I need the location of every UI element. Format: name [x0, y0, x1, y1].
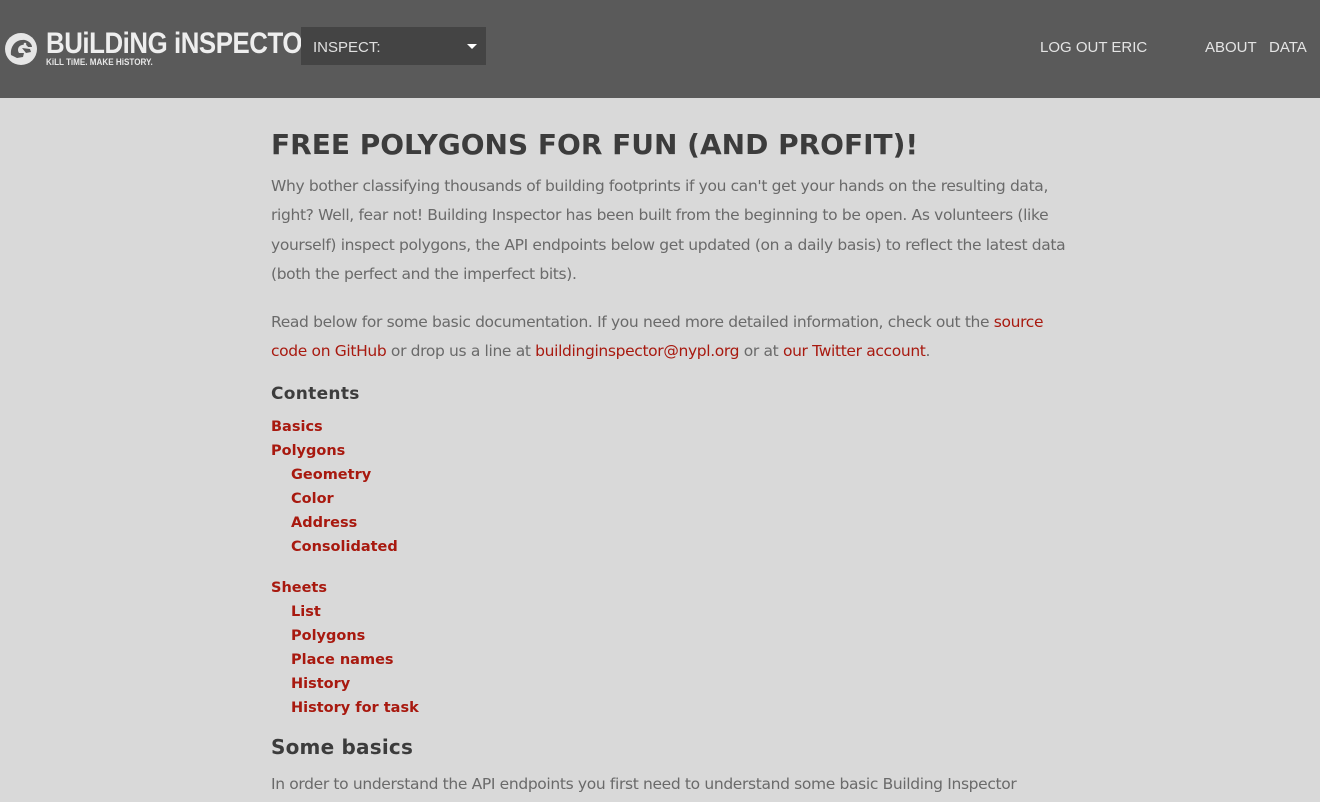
doc-text: or drop us a line at	[386, 342, 536, 361]
logo-title: BUiLDiNG iNSPECTOR	[46, 27, 321, 60]
section-heading-basics: Some basics	[271, 735, 414, 759]
page-title: FREE POLYGONS FOR FUN (AND PROFIT)!	[271, 128, 919, 161]
toc-link-basics[interactable]: Basics	[271, 417, 323, 437]
doc-text: or at	[739, 342, 783, 361]
intro-paragraph: Why bother classifying thousands of buil…	[271, 177, 1066, 283]
toc-link-sheets-list[interactable]: List	[291, 602, 321, 622]
twitter-link[interactable]: our Twitter account	[783, 342, 926, 360]
doc-text: .	[925, 342, 931, 361]
contents-heading: Contents	[271, 384, 360, 404]
toc-link-sheets-polygons[interactable]: Polygons	[291, 626, 365, 646]
toc-link-sheets[interactable]: Sheets	[271, 578, 327, 598]
toc-link-address[interactable]: Address	[291, 513, 357, 533]
toc-link-geometry[interactable]: Geometry	[291, 465, 371, 485]
doc-text: Read below for some basic documentation.…	[271, 313, 994, 331]
toc-link-color[interactable]: Color	[291, 489, 334, 509]
toc-link-place-names[interactable]: Place names	[291, 650, 394, 670]
inspect-dropdown-label: INSPECT:	[313, 39, 381, 56]
lion-logo-icon	[5, 33, 37, 65]
email-link[interactable]: buildinginspector@nypl.org	[535, 342, 739, 360]
top-navbar: BUiLDiNG iNSPECTOR KiLL TiME. MAKE HiSTO…	[0, 0, 1320, 98]
data-link[interactable]: DATA	[1269, 39, 1307, 56]
documentation-paragraph: Read below for some basic documentation.…	[271, 308, 1066, 367]
toc-link-polygons[interactable]: Polygons	[271, 441, 345, 461]
toc-link-history[interactable]: History	[291, 674, 350, 694]
toc-link-consolidated[interactable]: Consolidated	[291, 537, 398, 557]
basics-paragraph: In order to understand the API endpoints…	[271, 775, 1017, 793]
caret-down-icon	[467, 44, 477, 49]
about-link[interactable]: ABOUT	[1205, 39, 1257, 56]
logout-link[interactable]: LOG OUT ERIC	[1040, 39, 1147, 56]
inspect-dropdown[interactable]: INSPECT:	[301, 27, 486, 65]
toc-link-history-for-task[interactable]: History for task	[291, 698, 419, 718]
logo-tagline: KiLL TiME. MAKE HiSTORY.	[46, 57, 153, 67]
